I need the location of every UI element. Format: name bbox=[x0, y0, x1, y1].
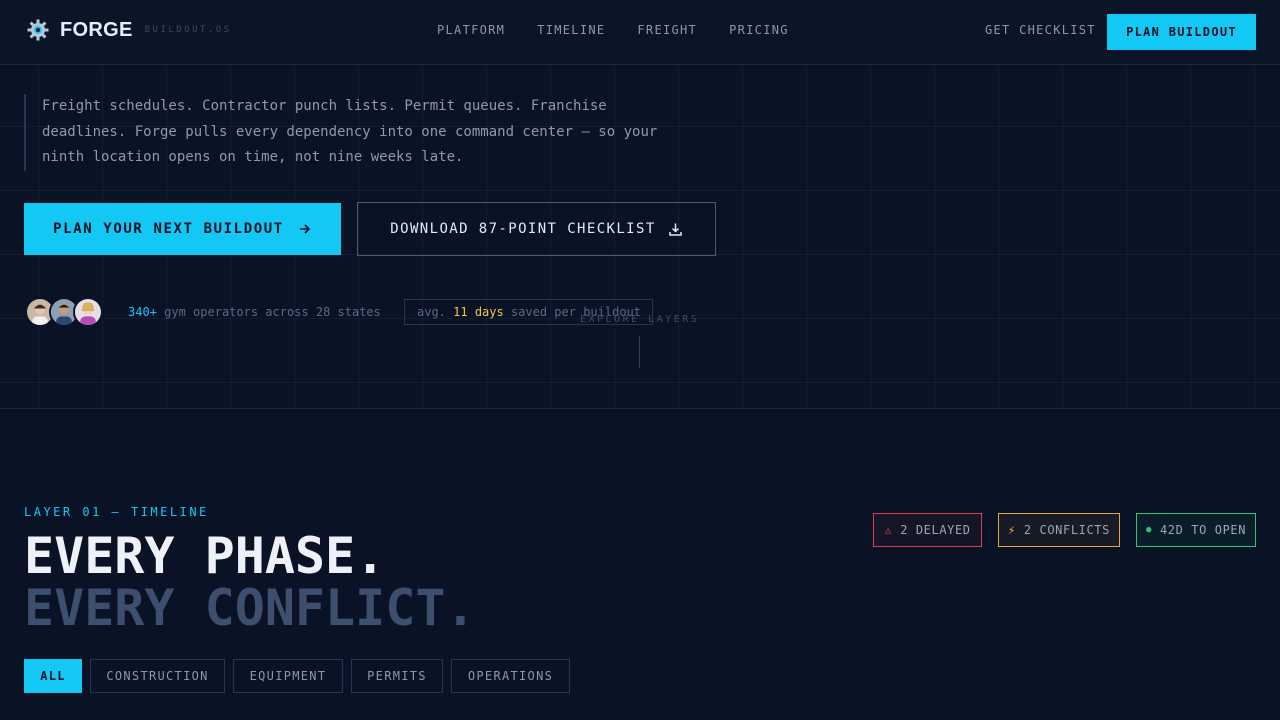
main-nav: PLATFORM TIMELINE FREIGHT PRICING bbox=[437, 23, 821, 37]
conflicts-badge-label: 2 CONFLICTS bbox=[1023, 523, 1110, 537]
scroll-indicator-line bbox=[639, 336, 640, 368]
status-dot-icon: ● bbox=[1145, 525, 1152, 535]
operator-avatars bbox=[25, 297, 103, 327]
filter-equipment[interactable]: EQUIPMENT bbox=[233, 659, 343, 693]
operators-count: 340+ bbox=[128, 305, 157, 319]
nav-platform[interactable]: PLATFORM bbox=[437, 23, 505, 37]
operators-stat: 340+ gym operators across 28 states bbox=[128, 305, 381, 319]
gear-logo-icon bbox=[27, 19, 49, 41]
headline-secondary: EVERY CONFLICT. bbox=[24, 579, 476, 637]
delayed-badge[interactable]: ⚠ 2 DELAYED bbox=[873, 513, 982, 547]
brand-subtitle: BUILDOUT.OS bbox=[144, 25, 232, 35]
filter-permits[interactable]: PERMITS bbox=[351, 659, 443, 693]
top-header: FORGE BUILDOUT.OS PLATFORM TIMELINE FREI… bbox=[0, 0, 1280, 65]
avatar bbox=[73, 297, 103, 327]
days-to-open-label: 42D TO OPEN bbox=[1159, 523, 1247, 537]
brand-name: FORGE bbox=[60, 18, 133, 41]
download-icon bbox=[668, 223, 682, 236]
filter-all[interactable]: ALL bbox=[24, 659, 82, 693]
get-checklist-link[interactable]: GET CHECKLIST bbox=[985, 23, 1096, 37]
days-saved-prefix: avg. bbox=[417, 305, 446, 319]
warning-triangle-icon: ⚠ bbox=[884, 523, 893, 537]
plan-next-buildout-label: PLAN YOUR NEXT BUILDOUT bbox=[53, 221, 284, 237]
plan-buildout-button[interactable]: PLAN BUILDOUT bbox=[1107, 14, 1256, 50]
headline-primary: EVERY PHASE. bbox=[24, 527, 386, 585]
days-to-open-badge[interactable]: ● 42D TO OPEN bbox=[1136, 513, 1256, 547]
layer-label: LAYER 01 — TIMELINE bbox=[24, 505, 209, 519]
nav-freight[interactable]: FREIGHT bbox=[637, 23, 697, 37]
download-checklist-label: DOWNLOAD 87-POINT CHECKLIST bbox=[390, 221, 656, 237]
brand[interactable]: FORGE BUILDOUT.OS bbox=[26, 18, 232, 42]
nav-pricing[interactable]: PRICING bbox=[729, 23, 789, 37]
lightning-icon: ⚡ bbox=[1008, 523, 1016, 537]
filter-construction[interactable]: CONSTRUCTION bbox=[90, 659, 225, 693]
conflicts-badge[interactable]: ⚡ 2 CONFLICTS bbox=[998, 513, 1120, 547]
days-saved-value: 11 days bbox=[453, 305, 504, 319]
explore-layers-label[interactable]: EXPLORE LAYERS bbox=[580, 314, 699, 325]
nav-timeline[interactable]: TIMELINE bbox=[537, 23, 605, 37]
download-checklist-button[interactable]: DOWNLOAD 87-POINT CHECKLIST bbox=[357, 202, 716, 256]
arrow-right-icon bbox=[299, 224, 310, 234]
phase-filters: ALL CONSTRUCTION EQUIPMENT PERMITS OPERA… bbox=[24, 659, 578, 693]
hero-section: Freight schedules. Contractor punch list… bbox=[0, 65, 1280, 409]
hero-quote: Freight schedules. Contractor punch list… bbox=[24, 94, 684, 171]
filter-operations[interactable]: OPERATIONS bbox=[451, 659, 570, 693]
operators-text: gym operators across 28 states bbox=[164, 305, 381, 319]
delayed-badge-label: 2 DELAYED bbox=[900, 523, 971, 537]
plan-next-buildout-button[interactable]: PLAN YOUR NEXT BUILDOUT bbox=[24, 203, 341, 255]
